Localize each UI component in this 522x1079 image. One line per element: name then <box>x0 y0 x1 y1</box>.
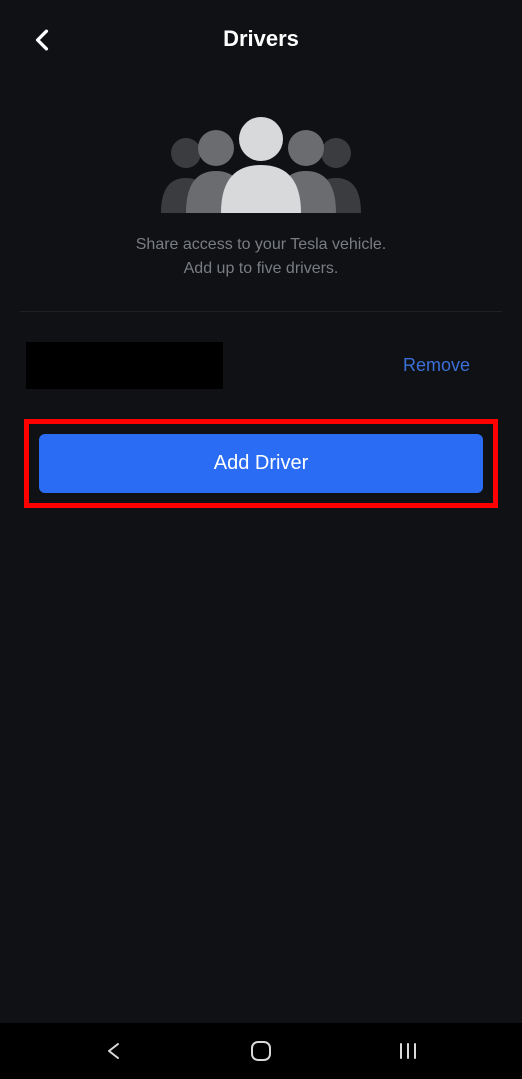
people-group-icon <box>156 113 366 213</box>
back-button[interactable] <box>30 28 54 52</box>
add-driver-button[interactable]: Add Driver <box>39 434 483 493</box>
drivers-illustration <box>0 113 522 213</box>
description-line-2: Add up to five drivers. <box>40 257 482 281</box>
system-nav-bar <box>0 1023 522 1079</box>
page-title: Drivers <box>223 26 299 52</box>
driver-name-redacted <box>26 342 223 389</box>
nav-recents-icon <box>398 1042 418 1060</box>
nav-home-button[interactable] <box>231 1040 291 1062</box>
nav-home-icon <box>250 1040 272 1062</box>
remove-driver-link[interactable]: Remove <box>403 355 470 376</box>
highlight-annotation: Add Driver <box>24 419 498 508</box>
nav-back-button[interactable] <box>84 1041 144 1061</box>
description-line-1: Share access to your Tesla vehicle. <box>40 233 482 257</box>
driver-row: Remove <box>0 312 522 419</box>
chevron-left-icon <box>35 29 49 51</box>
description-text: Share access to your Tesla vehicle. Add … <box>0 233 522 281</box>
nav-recents-button[interactable] <box>378 1042 438 1060</box>
app-header: Drivers <box>0 0 522 78</box>
nav-back-icon <box>104 1041 124 1061</box>
